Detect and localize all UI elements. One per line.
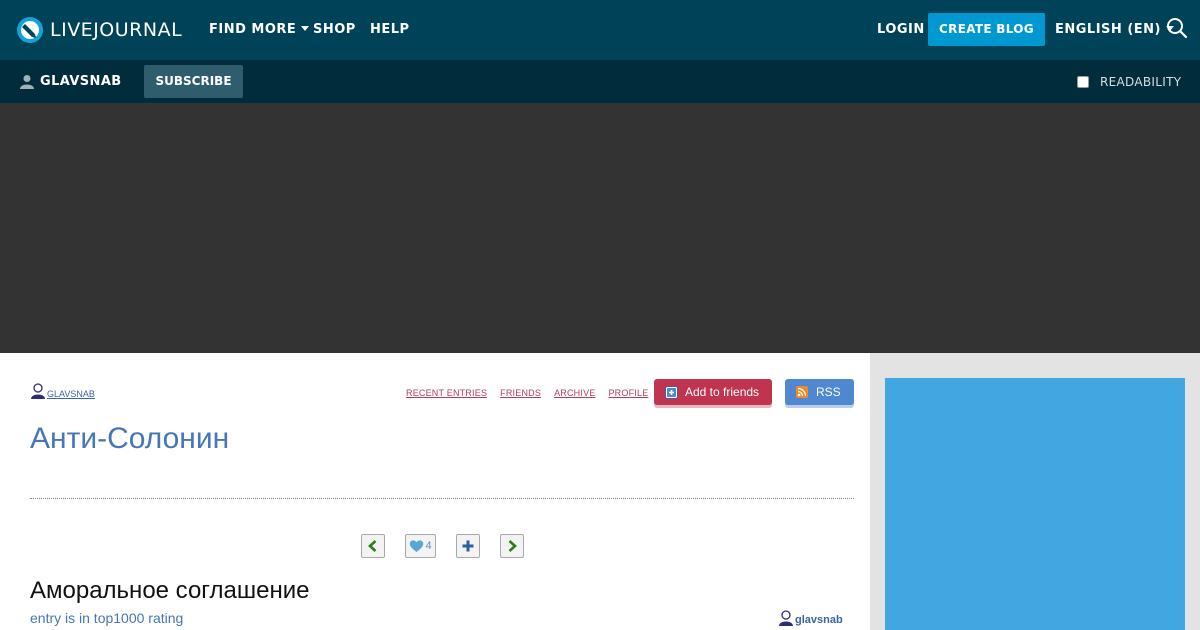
add-to-friends-label: Add to friends <box>685 385 760 399</box>
readability-checkbox[interactable] <box>1077 76 1089 88</box>
chevron-right-icon <box>508 540 517 552</box>
rss-button[interactable]: RSS <box>785 379 854 405</box>
menu-recent-entries[interactable]: RECENT ENTRIES <box>406 388 487 398</box>
journal-owner-link[interactable]: GLAVSNAB <box>20 74 122 89</box>
journal-menu: RECENT ENTRIES FRIENDS ARCHIVE PROFILE <box>406 388 648 398</box>
next-entry-button[interactable] <box>500 534 524 558</box>
chevron-down-icon <box>301 26 310 31</box>
entry-title[interactable]: Аморальное соглашение <box>30 577 309 605</box>
plus-box-icon <box>665 385 678 399</box>
ad-box[interactable] <box>885 378 1185 630</box>
journal-user-link[interactable]: glavsnab <box>30 383 95 399</box>
menu-profile[interactable]: PROFILE <box>608 388 648 398</box>
user-head-icon <box>31 383 45 399</box>
journal-owner-bar: GLAVSNAB SUBSCRIBE READABILITY <box>0 60 1200 103</box>
plus-icon <box>462 540 474 552</box>
readability-label: READABILITY <box>1100 75 1182 89</box>
livejournal-logo[interactable]: LIVEJOURNAL <box>16 16 182 44</box>
language-label: ENGLISH (EN) <box>1055 22 1161 37</box>
nav-find-more[interactable]: FIND MORE <box>209 22 310 37</box>
user-icon <box>20 75 34 89</box>
nav-find-more-label: FIND MORE <box>209 22 297 37</box>
add-to-friends-button[interactable]: Add to friends <box>654 379 772 405</box>
language-selector[interactable]: ENGLISH (EN) <box>1055 22 1174 37</box>
previous-entry-button[interactable] <box>361 534 385 558</box>
nav-shop[interactable]: SHOP <box>313 22 356 37</box>
journal-owner-name: GLAVSNAB <box>40 74 122 89</box>
menu-friends[interactable]: FRIENDS <box>500 388 541 398</box>
user-head-icon <box>779 610 793 626</box>
heart-icon <box>410 540 424 552</box>
subscribe-button[interactable]: SUBSCRIBE <box>144 65 243 98</box>
nav-help[interactable]: HELP <box>370 22 410 37</box>
logo-text: LIVEJOURNAL <box>50 19 183 41</box>
menu-archive[interactable]: ARCHIVE <box>554 388 595 398</box>
journal-user-name[interactable]: glavsnab <box>47 389 95 399</box>
entry-author-link[interactable]: glavsnab <box>778 610 843 626</box>
entry-author-name[interactable]: glavsnab <box>795 614 843 626</box>
add-memory-button[interactable] <box>456 534 480 558</box>
divider <box>30 498 854 499</box>
create-blog-button[interactable]: CREATE BLOG <box>928 13 1045 46</box>
banner-area <box>0 103 1200 353</box>
like-button[interactable]: 4 <box>405 534 436 558</box>
login-link[interactable]: LOGIN <box>877 22 925 37</box>
like-count: 4 <box>425 540 432 552</box>
journal-title[interactable]: Анти-Солонин <box>30 422 229 456</box>
top-navigation-bar: LIVEJOURNAL FIND MORE SHOP HELP LOGIN CR… <box>0 0 1200 60</box>
rss-label: RSS <box>816 385 841 399</box>
chevron-left-icon <box>368 540 377 552</box>
entry-rating-note[interactable]: entry is in top1000 rating <box>30 610 183 626</box>
readability-toggle[interactable]: READABILITY <box>1077 75 1181 89</box>
livejournal-logo-icon <box>17 17 43 43</box>
search-icon[interactable] <box>1166 17 1188 44</box>
rss-icon <box>796 386 808 398</box>
